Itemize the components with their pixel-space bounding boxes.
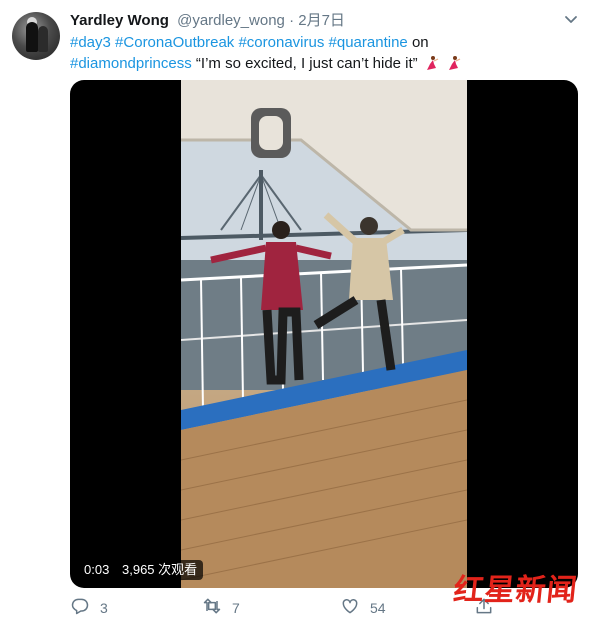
retweet-button[interactable]: 7 (202, 596, 240, 620)
video-view-count: 3,965 次观看 (116, 560, 204, 580)
avatar-figure-2 (38, 26, 48, 52)
tweet-text: #day3 #CoronaOutbreak #coronavirus #quar… (70, 32, 570, 74)
hashtag-diamondprincess[interactable]: #diamondprincess (70, 55, 192, 72)
video-frame-illustration (181, 80, 467, 588)
hashtag-coronaoutbreak[interactable]: #CoronaOutbreak (115, 34, 234, 51)
reply-button[interactable]: 3 (70, 596, 108, 620)
dancer-emoji-icon (446, 55, 462, 71)
dancer-emoji-icon (424, 55, 440, 71)
tweet-quote: “I’m so excited, I just can’t hide it” (195, 55, 418, 72)
tweet: Yardley Wong @yardley_wong · 2月7日 #day3 … (0, 0, 589, 628)
retweet-count: 7 (232, 600, 240, 616)
avatar[interactable] (12, 12, 60, 60)
hashtag-day3[interactable]: #day3 (70, 34, 111, 51)
reply-count: 3 (100, 600, 108, 616)
video-frame (181, 80, 467, 588)
news-watermark-logo: 红星新闻 (451, 573, 580, 608)
like-count: 54 (370, 600, 386, 616)
reply-icon (70, 596, 90, 621)
tweet-text-connector: on (411, 34, 429, 51)
user-handle[interactable]: @yardley_wong (177, 12, 285, 29)
tweet-header: Yardley Wong @yardley_wong · 2月7日 (70, 11, 345, 31)
hashtag-quarantine[interactable]: #quarantine (329, 34, 408, 51)
tweet-actions: 3 7 54 (70, 596, 510, 620)
like-button[interactable]: 54 (340, 596, 386, 620)
avatar-figure (26, 22, 38, 52)
video-player[interactable]: 0:03 3,965 次观看 (70, 80, 578, 588)
heart-icon (340, 596, 360, 621)
video-elapsed-time: 0:03 (78, 560, 116, 580)
chevron-down-icon[interactable] (562, 10, 580, 28)
display-name[interactable]: Yardley Wong (70, 12, 169, 29)
hashtag-coronavirus[interactable]: #coronavirus (238, 34, 324, 51)
tweet-date[interactable]: 2月7日 (298, 12, 345, 29)
retweet-icon (202, 596, 222, 621)
separator-dot: · (289, 12, 295, 29)
